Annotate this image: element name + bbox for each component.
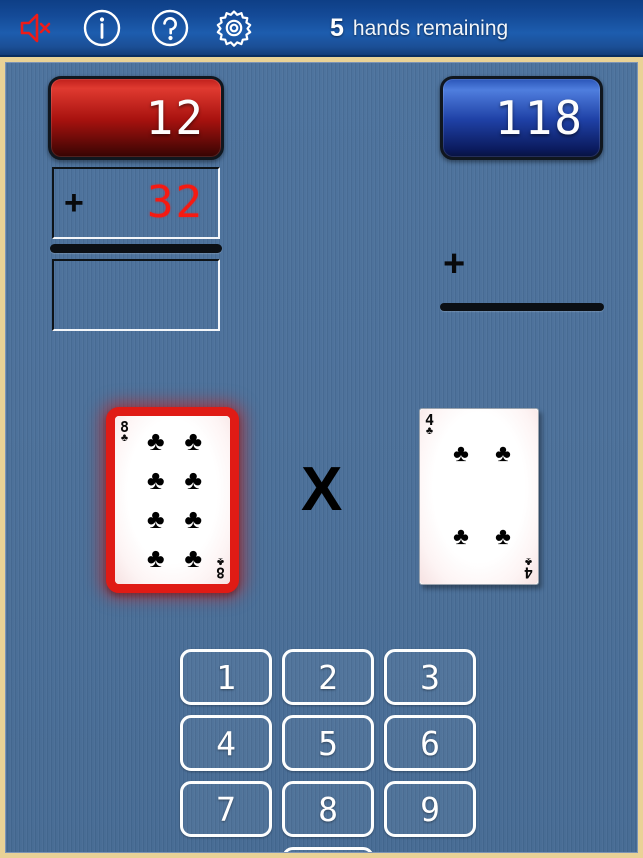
key-8[interactable]: 8: [282, 781, 374, 837]
hands-label: hands remaining: [352, 16, 509, 40]
card-left-selected[interactable]: 8 ♣ ♣ ♣ ♣ ♣ ♣ ♣ ♣ ♣ 8 ♣: [106, 407, 239, 593]
card-right-rank-alt: 4: [523, 564, 533, 582]
key-5-label: 5: [318, 723, 338, 763]
key-2[interactable]: 2: [282, 649, 374, 705]
pip: ♣: [453, 522, 469, 550]
key-0[interactable]: 0: [282, 847, 374, 852]
left-addend-value: 32: [147, 177, 204, 228]
top-toolbar: 5 hands remaining: [0, 0, 643, 57]
pip: ♣: [146, 504, 165, 534]
pip: ♣: [495, 522, 511, 550]
key-5[interactable]: 5: [282, 715, 374, 771]
pip: ♣: [495, 440, 511, 468]
key-4[interactable]: 4: [180, 715, 272, 771]
left-answer-box[interactable]: [52, 259, 220, 331]
undo-button[interactable]: [180, 847, 272, 853]
key-3-label: 3: [420, 657, 440, 697]
pip: ♣: [453, 440, 469, 468]
key-1[interactable]: 1: [180, 649, 272, 705]
help-icon[interactable]: [148, 6, 192, 50]
pip: ♣: [146, 465, 165, 495]
right-plus-sign: +: [443, 243, 466, 285]
card-right-suit-alt: ♣: [524, 555, 533, 568]
card-right[interactable]: 4 ♣ ♣ ♣ ♣ ♣ 4 ♣: [419, 408, 539, 585]
game-screen: 5 hands remaining 12 + 32 118 + 8 ♣ ♣ ♣ …: [0, 0, 643, 858]
key-6-label: 6: [420, 723, 440, 763]
checkmark-icon: [397, 849, 463, 853]
left-plus-sign: +: [64, 184, 84, 222]
key-2-label: 2: [318, 657, 338, 697]
info-icon[interactable]: [80, 6, 124, 50]
left-addend-box: + 32: [52, 167, 220, 239]
card-left-suit-alt: ♣: [216, 555, 225, 568]
left-sum-rule: [50, 244, 222, 253]
key-3[interactable]: 3: [384, 649, 476, 705]
key-9-label: 9: [420, 789, 440, 829]
play-area: 12 + 32 118 + 8 ♣ ♣ ♣ ♣ ♣ ♣ ♣ ♣ ♣ 8 ♣ X …: [5, 62, 638, 853]
play-area-frame: 12 + 32 118 + 8 ♣ ♣ ♣ ♣ ♣ ♣ ♣ ♣ ♣ 8 ♣ X …: [0, 57, 643, 858]
key-6[interactable]: 6: [384, 715, 476, 771]
left-score-display: 12: [48, 76, 224, 160]
pip: ♣: [146, 426, 165, 456]
right-sum-rule: [440, 303, 604, 311]
mute-icon[interactable]: [12, 6, 56, 50]
hands-count: 5: [330, 14, 344, 42]
card-left-corner-bottom: 8 ♣: [215, 555, 225, 582]
pip: ♣: [146, 543, 165, 573]
pip: ♣: [184, 543, 203, 573]
key-7-label: 7: [216, 789, 236, 829]
settings-gear-icon[interactable]: [212, 6, 256, 50]
pip: ♣: [184, 504, 203, 534]
number-keypad: 1 2 3 4 5 6 7 8 9 0: [180, 649, 476, 853]
card-right-pips: ♣ ♣ ♣ ♣: [420, 409, 538, 584]
card-right-corner-bottom: 4 ♣: [523, 555, 533, 582]
undo-arrow-icon: [195, 849, 257, 853]
hands-remaining: 5 hands remaining: [330, 0, 508, 57]
key-9[interactable]: 9: [384, 781, 476, 837]
card-left-rank-alt: 8: [215, 564, 225, 582]
pip: ♣: [184, 465, 203, 495]
key-8-label: 8: [318, 789, 338, 829]
right-score-value: 118: [494, 91, 584, 145]
key-4-label: 4: [216, 723, 236, 763]
multiply-operator: X: [301, 455, 343, 524]
key-7[interactable]: 7: [180, 781, 272, 837]
right-score-display: 118: [440, 76, 603, 160]
key-1-label: 1: [216, 657, 236, 697]
submit-button[interactable]: [384, 847, 476, 853]
pip: ♣: [184, 426, 203, 456]
card-left-pips: ♣ ♣ ♣ ♣ ♣ ♣ ♣ ♣: [115, 416, 230, 584]
left-score-value: 12: [145, 91, 205, 145]
